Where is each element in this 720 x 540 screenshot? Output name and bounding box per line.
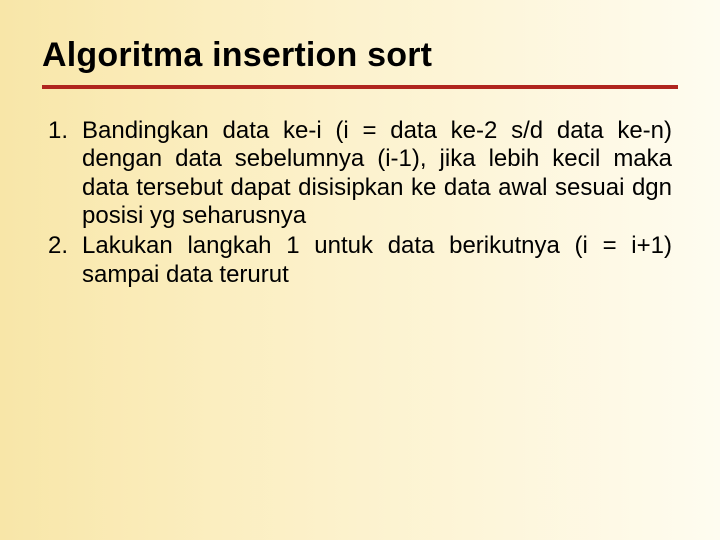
step-item: Lakukan langkah 1 untuk data berikutnya … bbox=[82, 232, 672, 289]
steps-list: Bandingkan data ke-i (i = data ke-2 s/d … bbox=[42, 117, 678, 289]
title-underline bbox=[42, 85, 678, 89]
step-item: Bandingkan data ke-i (i = data ke-2 s/d … bbox=[82, 117, 672, 230]
slide-title: Algoritma insertion sort bbox=[42, 36, 678, 75]
slide: Algoritma insertion sort Bandingkan data… bbox=[0, 0, 720, 540]
